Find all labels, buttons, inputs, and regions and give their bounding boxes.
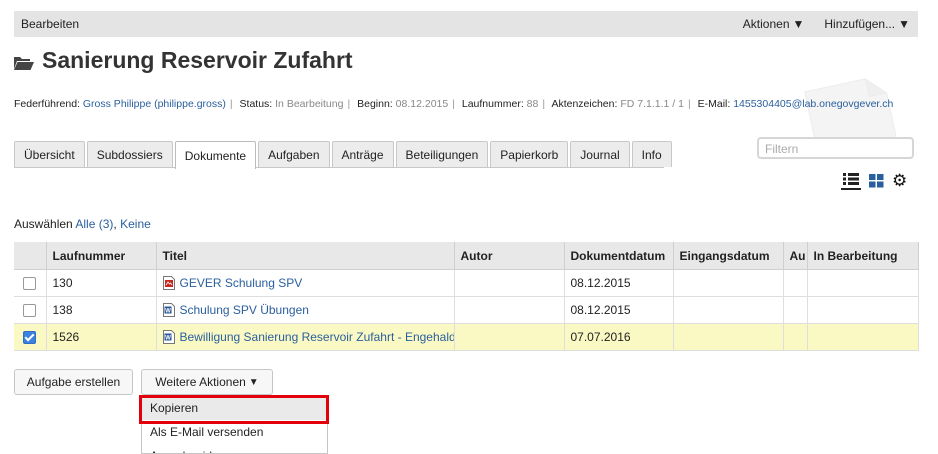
- lead-label: Federführend:: [14, 98, 80, 110]
- column-header-number[interactable]: Laufnummer: [46, 242, 157, 270]
- row-number: 130: [46, 269, 157, 297]
- selection-links: Auswählen Alle (3), Keine: [14, 217, 151, 231]
- row-title-cell: W Bewilligung Sanierung Reservoir Zufahr…: [156, 323, 455, 351]
- documents-table: Laufnummer Titel Autor Dokumentdatum Ein…: [14, 242, 919, 351]
- tab-participations[interactable]: Beteiligungen: [395, 141, 489, 167]
- row-checkbox[interactable]: [23, 304, 37, 318]
- word-icon: W: [162, 303, 175, 318]
- status-value: In Bearbeitung: [275, 98, 344, 110]
- tab-overview[interactable]: Übersicht: [14, 141, 85, 167]
- row-au: [783, 323, 808, 351]
- row-document-date: 07.07.2016: [564, 323, 674, 351]
- email-label: E-Mail:: [697, 98, 731, 110]
- tab-info[interactable]: Info: [631, 141, 672, 167]
- reference-value: FD 7.1.1.1 / 1: [620, 98, 684, 110]
- column-header-in-progress[interactable]: In Bearbeitung: [807, 242, 919, 270]
- document-link[interactable]: Schulung SPV Übungen: [180, 303, 309, 317]
- row-title-cell: W Schulung SPV Übungen: [156, 296, 455, 324]
- document-link[interactable]: Bewilligung Sanierung Reservoir Zufahrt …: [180, 330, 454, 344]
- reference-label: Aktenzeichen:: [551, 98, 618, 110]
- create-task-button[interactable]: Aufgabe erstellen: [14, 369, 133, 395]
- number-value: 88: [526, 98, 539, 110]
- status-label: Status:: [239, 98, 273, 110]
- row-author: [454, 323, 565, 351]
- column-header-title[interactable]: Titel: [156, 242, 455, 270]
- select-none-link[interactable]: Keine: [120, 217, 151, 231]
- filter-input[interactable]: Filtern: [757, 137, 914, 159]
- tab-documents[interactable]: Dokumente: [174, 141, 257, 169]
- row-in-progress: [807, 269, 919, 297]
- row-in-progress: [807, 323, 919, 351]
- row-au: [783, 269, 808, 297]
- row-checkbox[interactable]: [23, 277, 37, 291]
- select-label: Auswählen: [14, 217, 73, 231]
- row-au: [783, 296, 808, 324]
- list-view-icon[interactable]: [841, 172, 861, 190]
- start-value: 08.12.2015: [395, 98, 449, 110]
- table-header-row: Laufnummer Titel Autor Dokumentdatum Ein…: [14, 242, 919, 270]
- highlight-annotation-box: [139, 395, 329, 424]
- select-all-link[interactable]: Alle (3): [75, 217, 113, 231]
- row-receipt-date: [673, 323, 784, 351]
- row-author: [454, 296, 565, 324]
- view-switcher: ⚙: [841, 172, 907, 190]
- tab-proposals[interactable]: Anträge: [331, 141, 394, 167]
- select-column-header: [14, 242, 47, 270]
- tab-trash[interactable]: Papierkorb: [490, 141, 569, 167]
- row-author: [454, 269, 565, 297]
- lead-link[interactable]: Gross Philippe (philippe.gross): [83, 98, 226, 110]
- caret-down-icon: ▼: [792, 17, 805, 31]
- row-title-cell: GEVER Schulung SPV: [156, 269, 455, 297]
- caret-down-icon: ▼: [898, 17, 910, 31]
- grid-view-icon[interactable]: [869, 174, 884, 188]
- pdf-icon: [162, 276, 175, 291]
- row-number: 138: [46, 296, 157, 324]
- menu-item-cut[interactable]: Ausschneiden: [142, 444, 327, 453]
- column-header-receipt-date[interactable]: Eingangsdatum: [673, 242, 784, 270]
- tab-bar: Übersicht Subdossiers Dokumente Aufgaben…: [14, 141, 674, 169]
- tab-tasks[interactable]: Aufgaben: [258, 141, 330, 167]
- edit-menu[interactable]: Bearbeiten: [21, 17, 79, 31]
- top-menu-bar: Bearbeiten Aktionen ▼ Hinzufügen... ▼: [14, 11, 918, 37]
- svg-text:W: W: [165, 309, 171, 315]
- gear-icon[interactable]: ⚙: [892, 172, 907, 189]
- document-link[interactable]: GEVER Schulung SPV: [180, 276, 303, 290]
- more-actions-button[interactable]: Weitere Aktionen ▼: [141, 369, 273, 395]
- email-link[interactable]: 1455304405@lab.onegovgever.ch: [733, 98, 893, 110]
- add-menu[interactable]: Hinzufügen... ▼: [824, 17, 910, 31]
- row-receipt-date: [673, 269, 784, 297]
- column-header-au[interactable]: Au: [783, 242, 808, 270]
- row-in-progress: [807, 296, 919, 324]
- number-label: Laufnummer:: [461, 98, 524, 110]
- word-icon: W: [162, 330, 175, 345]
- more-actions-label: Weitere Aktionen: [155, 375, 246, 389]
- row-number: 1526: [46, 323, 157, 351]
- tab-subdossiers[interactable]: Subdossiers: [86, 141, 173, 167]
- actions-menu[interactable]: Aktionen ▼: [743, 17, 805, 31]
- table-row[interactable]: 130 GEVER Schulung SPV 08.12.2015: [14, 269, 919, 297]
- dossier-byline: Federführend: Gross Philippe (philippe.g…: [14, 98, 894, 110]
- table-row-selected[interactable]: 1526 W Bewilligung Sanierung Reservoir Z…: [14, 323, 919, 351]
- folder-open-icon: [14, 56, 34, 70]
- column-header-document-date[interactable]: Dokumentdatum: [564, 242, 674, 270]
- row-document-date: 08.12.2015: [564, 296, 674, 324]
- row-checkbox-checked[interactable]: [23, 331, 37, 345]
- svg-text:W: W: [165, 336, 171, 342]
- tab-journal[interactable]: Journal: [570, 141, 630, 167]
- row-receipt-date: [673, 296, 784, 324]
- page-title-row: Sanierung Reservoir Zufahrt: [14, 47, 353, 74]
- select-separator: ,: [113, 217, 117, 231]
- start-label: Beginn:: [357, 98, 393, 110]
- page-title: Sanierung Reservoir Zufahrt: [42, 47, 353, 73]
- row-document-date: 08.12.2015: [564, 269, 674, 297]
- table-row[interactable]: 138 W Schulung SPV Übungen 08.12.2015: [14, 296, 919, 324]
- column-header-author[interactable]: Autor: [454, 242, 565, 270]
- caret-down-icon: ▼: [248, 376, 259, 388]
